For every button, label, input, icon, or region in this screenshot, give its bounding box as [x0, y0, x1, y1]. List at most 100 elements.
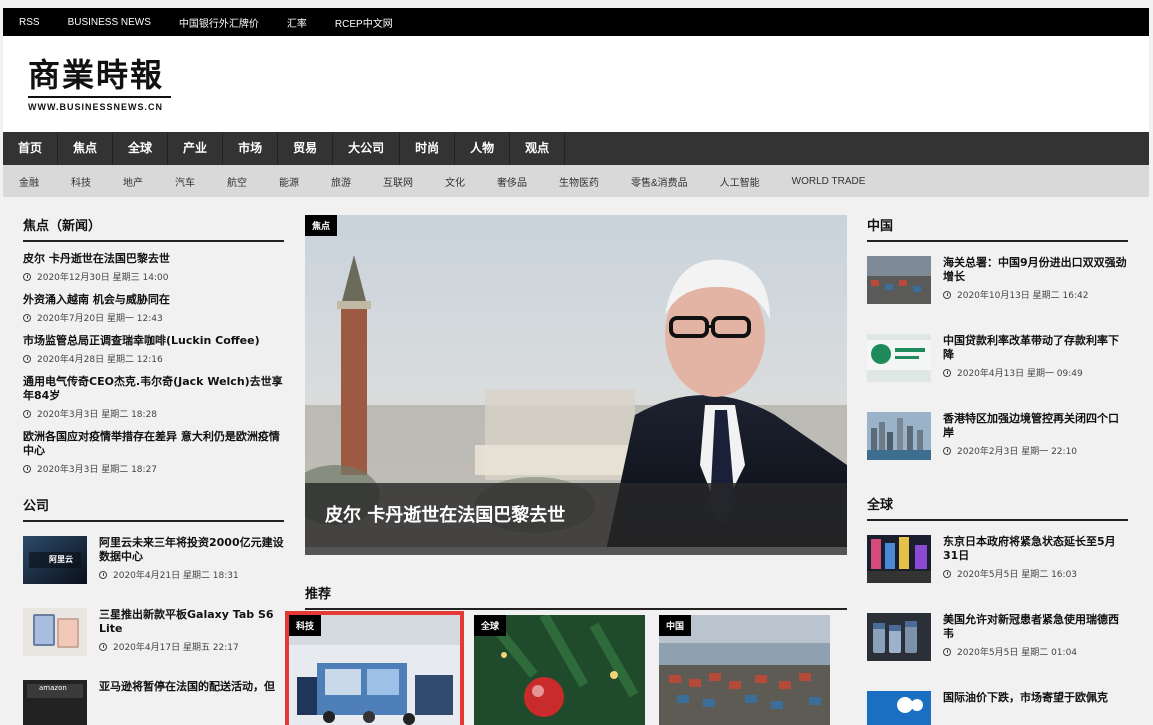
left-column: 焦点（新闻） 皮尔 卡丹逝世在法国巴黎去世 2020年12月30日 星期三 14… — [23, 215, 284, 725]
subnav-item-realestate[interactable]: 地产 — [107, 174, 159, 189]
list-item[interactable]: 皮尔 卡丹逝世在法国巴黎去世 2020年12月30日 星期三 14:00 — [23, 252, 284, 283]
nav-item-industry[interactable]: 产业 — [168, 132, 224, 165]
news-thumbnail[interactable] — [867, 535, 931, 583]
nav-item-people[interactable]: 人物 — [455, 132, 511, 165]
news-title[interactable]: 市场监管总局正调查瑞幸咖啡(Luckin Coffee) — [23, 334, 284, 348]
news-title[interactable]: 国际油价下跌，市场寄望于欧佩克 — [943, 691, 1128, 705]
site-logo[interactable]: 商業時報 WWW.BUSINESSNEWS.CN — [28, 56, 171, 112]
news-thumbnail[interactable] — [23, 608, 87, 656]
news-title[interactable]: 海关总署：中国9月份进出口双双强劲增长 — [943, 256, 1128, 284]
right-column: 中国 海关总署：中国9月份进出口双双强劲增长 2020年10月13日 星期二 1… — [867, 215, 1128, 725]
subnav-item-aviation[interactable]: 航空 — [211, 174, 263, 189]
clock-icon — [943, 290, 951, 299]
news-meta: 2020年4月28日 星期二 12:16 — [23, 352, 284, 365]
hero-article[interactable]: 焦点 皮尔 卡丹逝世在法国巴黎去世 — [305, 215, 847, 555]
list-item[interactable]: 外资涌入越南 机会与威胁同在 2020年7月20日 星期一 12:43 — [23, 293, 284, 324]
nav-item-focus[interactable]: 焦点 — [58, 132, 114, 165]
nav-item-opinion[interactable]: 观点 — [510, 132, 566, 165]
news-meta: 2020年2月3日 星期一 22:10 — [943, 444, 1128, 457]
subnav-item-travel[interactable]: 旅游 — [315, 174, 367, 189]
list-item[interactable]: 欧洲各国应对疫情举措存在差异 意大利仍是欧洲疫情中心 2020年3月3日 星期二… — [23, 430, 284, 475]
recommend-card-tech[interactable]: 科技 — [285, 611, 464, 725]
subnav-item-tech[interactable]: 科技 — [55, 174, 107, 189]
subnav-item-world-trade[interactable]: WORLD TRADE — [776, 176, 882, 187]
nav-item-trade[interactable]: 贸易 — [278, 132, 334, 165]
list-item[interactable]: 阿里云 阿里云未来三年将投资2000亿元建设数据中心 2020年4月21日 星期… — [23, 536, 284, 584]
category-tag[interactable]: 焦点 — [305, 215, 338, 236]
news-thumbnail[interactable]: 阿里云 — [23, 536, 87, 584]
news-body: 香港特区加强边境管控再关闭四个口岸 2020年2月3日 星期一 22:10 — [943, 412, 1128, 460]
sub-nav: 金融 科技 地产 汽车 航空 能源 旅游 互联网 文化 奢侈品 生物医药 零售&… — [3, 165, 1149, 197]
category-tag[interactable]: 全球 — [474, 615, 507, 636]
category-tag[interactable]: 科技 — [289, 615, 322, 636]
news-title[interactable]: 东京日本政府将紧急状态延长至5月31日 — [943, 535, 1128, 563]
news-title[interactable]: 中国贷款利率改革带动了存款利率下降 — [943, 334, 1128, 362]
subnav-item-auto[interactable]: 汽车 — [159, 174, 211, 189]
news-title[interactable]: 三星推出新款平板Galaxy Tab S6 Lite — [99, 608, 284, 636]
topbar-link-boc-rates[interactable]: 中国银行外汇牌价 — [179, 15, 259, 30]
news-thumbnail[interactable]: amazon — [23, 680, 87, 725]
news-title[interactable]: 皮尔 卡丹逝世在法国巴黎去世 — [23, 252, 284, 266]
main-nav: 首页 焦点 全球 产业 市场 贸易 大公司 时尚 人物 观点 — [3, 132, 1149, 165]
top-bar: RSS BUSINESS NEWS 中国银行外汇牌价 汇率 RCEP中文网 — [3, 8, 1149, 36]
topbar-link-rcep[interactable]: RCEP中文网 — [335, 15, 393, 30]
category-tag[interactable]: 中国 — [659, 615, 692, 636]
section-title-global[interactable]: 全球 — [867, 494, 1128, 521]
subnav-item-luxury[interactable]: 奢侈品 — [481, 174, 543, 189]
topbar-link-exchange-rate[interactable]: 汇率 — [287, 15, 307, 30]
news-thumbnail[interactable] — [867, 412, 931, 460]
news-date: 2020年7月20日 星期一 12:43 — [37, 314, 163, 324]
subnav-item-ai[interactable]: 人工智能 — [704, 174, 776, 189]
news-title[interactable]: 亚马逊将暂停在法国的配送活动，但 — [99, 680, 284, 694]
list-item[interactable]: 中国贷款利率改革带动了存款利率下降 2020年4月13日 星期一 09:49 — [867, 334, 1128, 382]
subnav-item-energy[interactable]: 能源 — [263, 174, 315, 189]
news-thumbnail[interactable] — [867, 691, 931, 725]
page-frame: RSS BUSINESS NEWS 中国银行外汇牌价 汇率 RCEP中文网 商業… — [3, 8, 1149, 725]
news-title[interactable]: 外资涌入越南 机会与威胁同在 — [23, 293, 284, 307]
nav-item-market[interactable]: 市场 — [223, 132, 279, 165]
list-item[interactable]: 东京日本政府将紧急状态延长至5月31日 2020年5月5日 星期二 16:03 — [867, 535, 1128, 583]
recommend-card-global[interactable]: 全球 — [474, 615, 645, 725]
topbar-link-rss[interactable]: RSS — [19, 17, 40, 28]
clock-icon — [23, 354, 31, 363]
nav-item-home[interactable]: 首页 — [3, 132, 59, 165]
recommend-card-china[interactable]: 中国 — [659, 615, 830, 725]
nav-item-fashion[interactable]: 时尚 — [400, 132, 456, 165]
news-date: 2020年4月13日 星期一 09:49 — [957, 369, 1083, 379]
subnav-item-finance[interactable]: 金融 — [3, 174, 55, 189]
subnav-item-retail[interactable]: 零售&消费品 — [615, 174, 704, 189]
section-title-focus[interactable]: 焦点（新闻） — [23, 215, 284, 242]
news-thumbnail[interactable] — [867, 256, 931, 304]
list-item[interactable]: 三星推出新款平板Galaxy Tab S6 Lite 2020年4月17日 星期… — [23, 608, 284, 656]
news-thumbnail[interactable] — [867, 613, 931, 661]
nav-item-big-company[interactable]: 大公司 — [333, 132, 401, 165]
list-item[interactable]: 市场监管总局正调查瑞幸咖啡(Luckin Coffee) 2020年4月28日 … — [23, 334, 284, 365]
news-body: 亚马逊将暂停在法国的配送活动，但 — [99, 680, 284, 725]
news-title[interactable]: 美国允许对新冠患者紧急使用瑞德西韦 — [943, 613, 1128, 641]
subnav-item-culture[interactable]: 文化 — [429, 174, 481, 189]
subnav-item-biomed[interactable]: 生物医药 — [543, 174, 615, 189]
news-title[interactable]: 欧洲各国应对疫情举措存在差异 意大利仍是欧洲疫情中心 — [23, 430, 284, 458]
list-item[interactable]: 香港特区加强边境管控再关闭四个口岸 2020年2月3日 星期一 22:10 — [867, 412, 1128, 460]
topbar-link-business-news[interactable]: BUSINESS NEWS — [68, 17, 151, 28]
list-item[interactable]: 国际油价下跌，市场寄望于欧佩克 — [867, 691, 1128, 725]
news-date: 2020年3月3日 星期二 18:28 — [37, 410, 158, 420]
news-thumbnail[interactable] — [867, 334, 931, 382]
list-item[interactable]: 通用电气传奇CEO杰克.韦尔奇(Jack Welch)去世享年84岁 2020年… — [23, 375, 284, 420]
clock-icon — [943, 368, 951, 377]
subnav-item-internet[interactable]: 互联网 — [367, 174, 429, 189]
news-title[interactable]: 阿里云未来三年将投资2000亿元建设数据中心 — [99, 536, 284, 564]
list-item[interactable]: 美国允许对新冠患者紧急使用瑞德西韦 2020年5月5日 星期二 01:04 — [867, 613, 1128, 661]
section-title-recommend: 推荐 — [305, 583, 847, 610]
list-item[interactable]: amazon 亚马逊将暂停在法国的配送活动，但 — [23, 680, 284, 725]
section-title-china[interactable]: 中国 — [867, 215, 1128, 242]
section-title-company[interactable]: 公司 — [23, 495, 284, 522]
hero-caption[interactable]: 皮尔 卡丹逝世在法国巴黎去世 — [305, 483, 847, 547]
news-meta: 2020年4月17日 星期五 22:17 — [99, 640, 284, 653]
news-title[interactable]: 通用电气传奇CEO杰克.韦尔奇(Jack Welch)去世享年84岁 — [23, 375, 284, 403]
nav-item-global[interactable]: 全球 — [113, 132, 169, 165]
list-item[interactable]: 海关总署：中国9月份进出口双双强劲增长 2020年10月13日 星期二 16:4… — [867, 256, 1128, 304]
hero-slider-bar[interactable] — [305, 547, 847, 555]
news-title[interactable]: 香港特区加强边境管控再关闭四个口岸 — [943, 412, 1128, 440]
logo-divider — [28, 96, 171, 98]
